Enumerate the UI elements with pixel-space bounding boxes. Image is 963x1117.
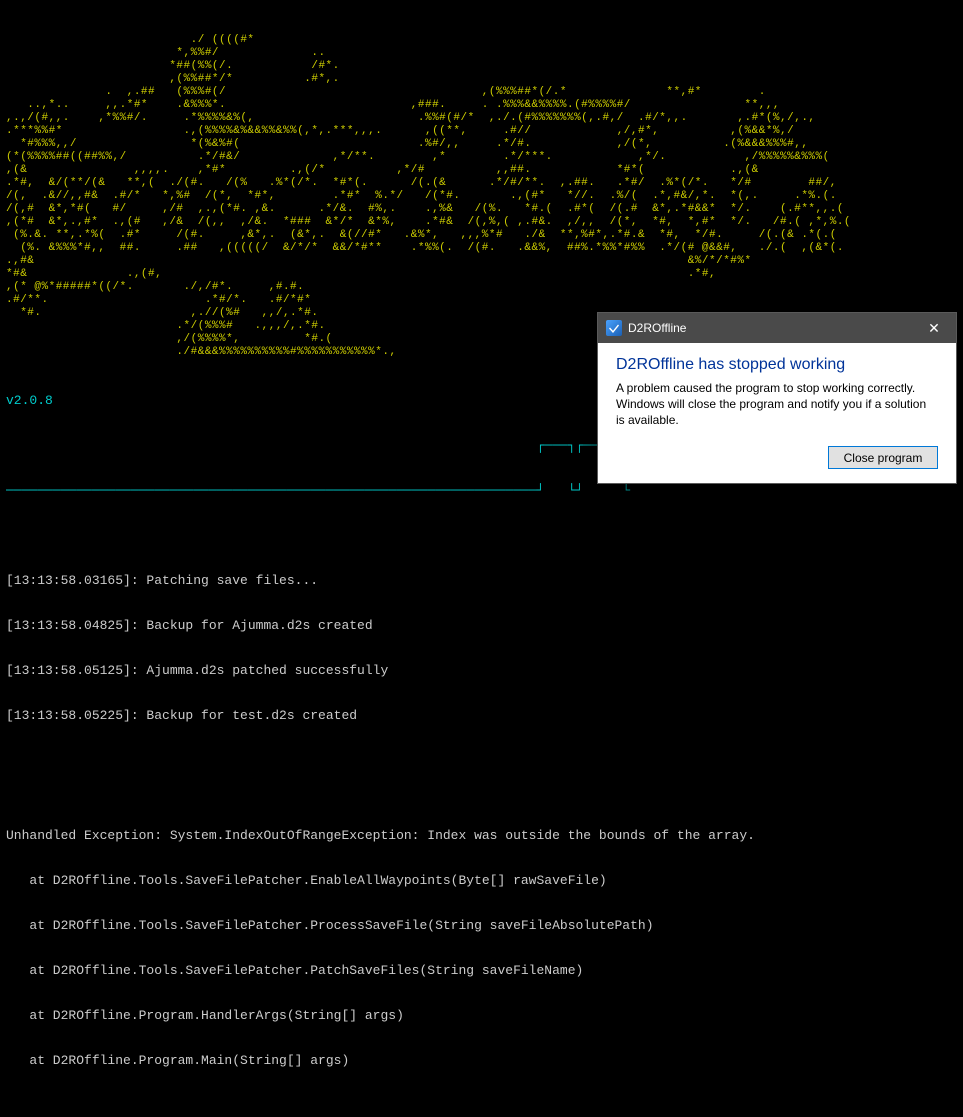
log-line: [13:13:58.05225]: Backup for test.d2s cr… [6, 708, 957, 723]
error-line: at D2ROffline.Tools.SaveFilePatcher.Enab… [6, 873, 957, 888]
error-line: at D2ROffline.Tools.SaveFilePatcher.Patc… [6, 963, 957, 978]
log-line: [13:13:58.05125]: Ajumma.d2s patched suc… [6, 663, 957, 678]
close-icon[interactable]: ✕ [912, 313, 956, 343]
log-line: [13:13:58.04825]: Backup for Ajumma.d2s … [6, 618, 957, 633]
dialog-title: D2ROffline [628, 321, 912, 336]
error-line: at D2ROffline.Program.HandlerArgs(String… [6, 1008, 957, 1023]
dialog-heading: D2ROffline has stopped working [616, 357, 938, 372]
close-program-button[interactable]: Close program [828, 446, 938, 469]
error-line: at D2ROffline.Program.Main(String[] args… [6, 1053, 957, 1068]
app-icon [606, 320, 622, 336]
dialog-titlebar[interactable]: D2ROffline ✕ [598, 313, 956, 343]
error-line: Unhandled Exception: System.IndexOutOfRa… [6, 828, 957, 843]
dialog-message: A problem caused the program to stop wor… [616, 380, 938, 428]
console-window: ./ ((((#* *,%%#/ .. *##(%%(/. /#*. ,(%%#… [0, 0, 963, 1117]
error-line: at D2ROffline.Tools.SaveFilePatcher.Proc… [6, 918, 957, 933]
error-dialog: D2ROffline ✕ D2ROffline has stopped work… [597, 312, 957, 484]
divider-bottom: ────────────────────────────────────────… [6, 483, 957, 498]
log-line: [13:13:58.03165]: Patching save files... [6, 573, 957, 588]
ascii-banner: ./ ((((#* *,%%#/ .. *##(%%(/. /#*. ,(%%#… [6, 34, 957, 359]
